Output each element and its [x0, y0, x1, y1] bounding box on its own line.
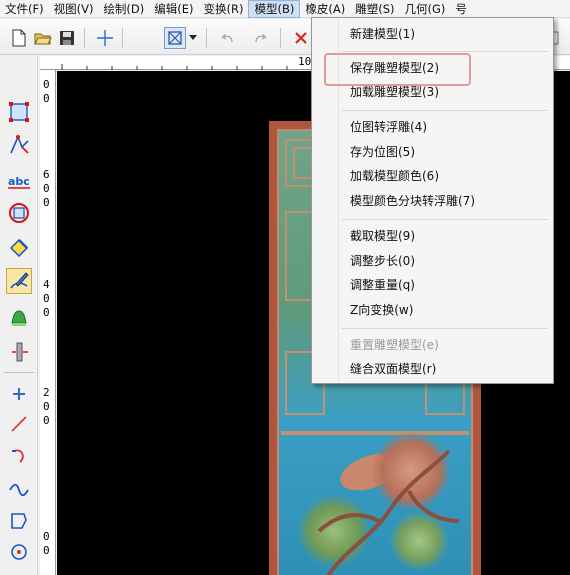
menu-item-load-model-color[interactable]: 加载模型颜色(6): [350, 166, 439, 186]
ruler-left-label: 0: [43, 530, 50, 543]
node-edit-icon[interactable]: [6, 131, 32, 157]
toolbar-separator: [280, 28, 281, 48]
plus-point-icon[interactable]: [6, 381, 32, 407]
ruler-left-label: 0: [43, 306, 50, 319]
circle-target-icon[interactable]: [6, 200, 32, 226]
branch-carving: [317, 449, 460, 575]
toolbox-separator: [4, 372, 34, 373]
measure-icon[interactable]: [6, 339, 32, 365]
polygon-icon[interactable]: [6, 508, 32, 534]
toolbar-separator: [84, 28, 85, 48]
ruler-left-label: 0: [43, 292, 50, 305]
eraser-icon[interactable]: [6, 233, 32, 259]
menu-separator: [342, 219, 548, 220]
menu-eraser[interactable]: 橡皮(A): [300, 0, 350, 18]
menu-view[interactable]: 视图(V): [49, 0, 99, 18]
line-icon[interactable]: [6, 411, 32, 437]
menu-separator: [342, 328, 548, 329]
new-file-icon[interactable]: [8, 27, 30, 49]
menu-item-color-block-to-relief[interactable]: 模型颜色分块转浮雕(7): [350, 191, 475, 211]
menu-item-new-model[interactable]: 新建模型(1): [350, 24, 415, 44]
annotation-highlight-box: [324, 53, 471, 86]
ruler-left-label: 0: [43, 544, 50, 557]
ruler-left-label: 0: [43, 400, 50, 413]
menu-draw[interactable]: 绘制(D): [98, 0, 149, 18]
delete-icon[interactable]: [290, 27, 312, 49]
toolbar-separator: [206, 28, 207, 48]
curve-icon[interactable]: [6, 476, 32, 502]
menu-item-bitmap-to-relief[interactable]: 位图转浮雕(4): [350, 117, 427, 137]
menu-item-adjust-weight[interactable]: 调整重量(q): [350, 275, 415, 295]
ruler-left-label: 0: [43, 78, 50, 91]
menu-overflow[interactable]: 号: [450, 0, 472, 18]
vertical-ruler: 0 0 6 0 0 4 0 0 2 0 0 0 0: [40, 70, 56, 575]
menu-file[interactable]: 文件(F): [0, 0, 49, 18]
undo-icon[interactable]: [216, 27, 238, 49]
crosshair-icon[interactable]: [94, 27, 116, 49]
ruler-left-label: 2: [43, 386, 50, 399]
menu-edit[interactable]: 编辑(E): [149, 0, 198, 18]
menu-item-reset-sculpt-model: 重置雕塑模型(e): [350, 338, 439, 352]
dropdown-arrow-icon[interactable]: [187, 27, 199, 49]
ruler-left-label: 0: [43, 196, 50, 209]
sculpt-brush-icon[interactable]: [6, 268, 32, 294]
redo-icon[interactable]: [250, 27, 272, 49]
ruler-left-label: 0: [43, 414, 50, 427]
menu-transform[interactable]: 变换(R): [199, 0, 249, 18]
menu-geometry[interactable]: 几何(G): [399, 0, 450, 18]
menu-sculpt[interactable]: 雕塑(S): [350, 0, 399, 18]
ruler-left-label: 4: [43, 278, 50, 291]
ruler-left-label: 6: [43, 168, 50, 181]
menu-item-crop-model[interactable]: 截取模型(9): [350, 226, 415, 246]
ruler-left-label: 0: [43, 182, 50, 195]
text-icon[interactable]: abc: [6, 168, 32, 194]
toolbar-separator: [122, 28, 123, 48]
menu-item-save-as-bitmap[interactable]: 存为位图(5): [350, 142, 415, 162]
left-toolbox: abc: [0, 56, 38, 575]
menu-item-z-transform[interactable]: Z向变换(w): [350, 300, 413, 320]
menu-separator: [342, 51, 548, 52]
ruler-top-label: 10: [298, 55, 312, 68]
menu-model[interactable]: 模型(B): [248, 0, 301, 18]
menu-separator: [342, 110, 548, 111]
select-node-icon[interactable]: [6, 99, 32, 125]
arc-icon[interactable]: [6, 443, 32, 469]
open-folder-icon[interactable]: [32, 27, 54, 49]
circle-icon[interactable]: [6, 539, 32, 565]
ruler-left-label: 0: [43, 92, 50, 105]
save-icon[interactable]: [56, 27, 78, 49]
select-box-icon[interactable]: [164, 27, 186, 49]
menu-bar: 文件(F) 视图(V) 绘制(D) 编辑(E) 变换(R) 模型(B) 橡皮(A…: [0, 0, 570, 18]
menu-item-adjust-step[interactable]: 调整步长(0): [350, 251, 415, 271]
bell-shape-icon[interactable]: [6, 306, 32, 332]
svg-text:abc: abc: [8, 175, 30, 188]
menu-item-stitch-double-sided[interactable]: 缝合双面模型(r): [350, 359, 436, 379]
